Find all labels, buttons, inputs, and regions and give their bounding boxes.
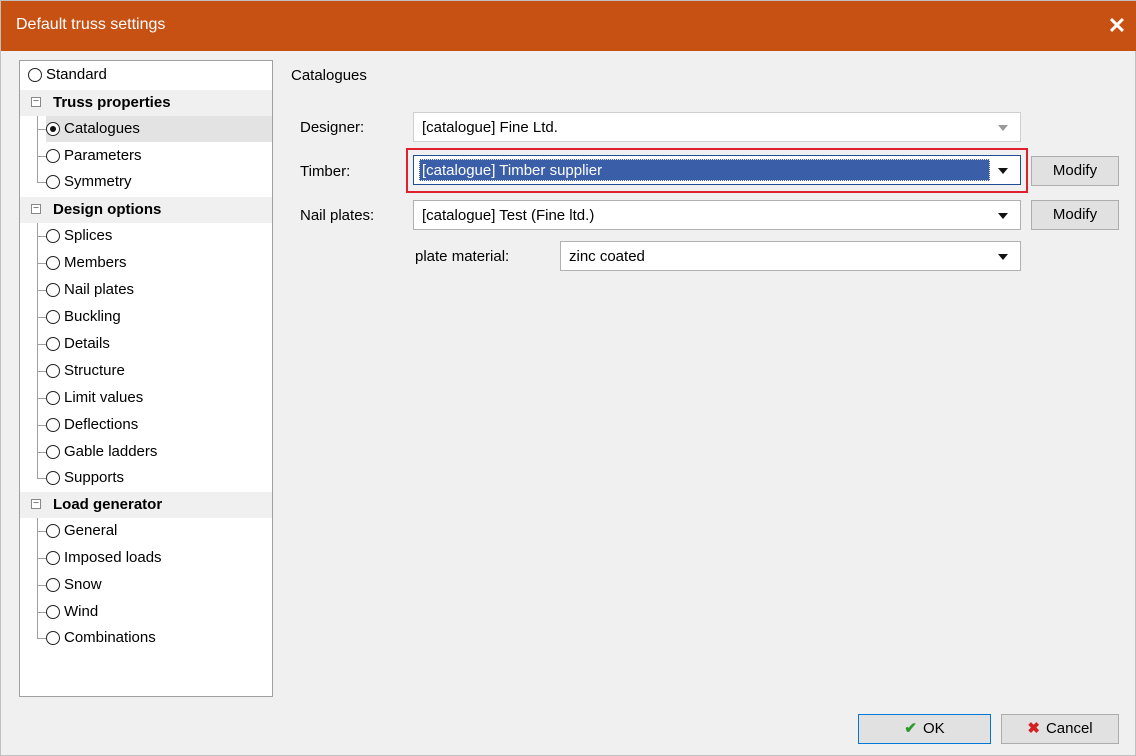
tree-item-catalogues[interactable]: Catalogues xyxy=(46,116,272,142)
tree-connector xyxy=(37,116,38,182)
plate-material-label: plate material: xyxy=(415,248,510,265)
chevron-down-icon xyxy=(998,125,1008,131)
tree-item-structure[interactable]: Structure xyxy=(46,358,125,384)
tree-item-combinations[interactable]: Combinations xyxy=(46,625,156,651)
radio-icon xyxy=(46,418,60,432)
tree-item-members[interactable]: Members xyxy=(46,250,127,276)
tree-item-gable-ladders[interactable]: Gable ladders xyxy=(46,439,157,465)
chevron-down-icon xyxy=(998,254,1008,260)
tree-group-design-options[interactable]: − Design options xyxy=(20,197,272,223)
tree-item-snow[interactable]: Snow xyxy=(46,572,102,598)
radio-icon xyxy=(46,391,60,405)
radio-icon xyxy=(46,175,60,189)
radio-icon xyxy=(46,631,60,645)
tree-item-imposed-loads[interactable]: Imposed loads xyxy=(46,545,162,571)
close-icon[interactable]: ✕ xyxy=(1103,11,1131,41)
chevron-down-icon xyxy=(998,213,1008,219)
title-bar: Default truss settings ✕ xyxy=(1,1,1136,51)
tree-connector xyxy=(37,223,38,478)
radio-icon xyxy=(46,256,60,270)
cancel-x-icon: ✖ xyxy=(1027,720,1040,737)
radio-icon xyxy=(46,445,60,459)
cancel-button[interactable]: ✖ Cancel xyxy=(1001,714,1119,744)
panel-title: Catalogues xyxy=(291,67,367,84)
tree-group-truss-properties[interactable]: − Truss properties xyxy=(20,90,272,116)
radio-icon xyxy=(46,524,60,538)
collapse-icon[interactable]: − xyxy=(31,97,41,107)
modify-nail-plates-button[interactable]: Modify xyxy=(1031,200,1119,230)
radio-icon xyxy=(28,68,42,82)
tree-item-general[interactable]: General xyxy=(46,518,117,544)
radio-icon xyxy=(46,229,60,243)
tree-item-deflections[interactable]: Deflections xyxy=(46,412,138,438)
tree-item-details[interactable]: Details xyxy=(46,331,110,357)
dialog-window: Default truss settings ✕ Standard − Truss… xyxy=(0,0,1136,756)
tree-item-buckling[interactable]: Buckling xyxy=(46,304,121,330)
settings-tree: Standard − Truss properties Catalogues Pa… xyxy=(19,60,273,697)
radio-icon xyxy=(46,605,60,619)
tree-connector xyxy=(37,518,38,638)
radio-icon xyxy=(46,283,60,297)
nail-plates-label: Nail plates: xyxy=(300,207,375,224)
radio-icon xyxy=(46,337,60,351)
ok-button[interactable]: ✔ OK xyxy=(858,714,991,744)
window-title: Default truss settings xyxy=(16,16,166,33)
tree-item-nail-plates[interactable]: Nail plates xyxy=(46,277,134,303)
radio-icon xyxy=(46,364,60,378)
tree-item-symmetry[interactable]: Symmetry xyxy=(46,169,132,195)
tree-item-supports[interactable]: Supports xyxy=(46,465,124,491)
tree-item-standard[interactable]: Standard xyxy=(28,62,107,88)
radio-icon xyxy=(46,578,60,592)
nail-plates-select[interactable]: [catalogue] Test (Fine ltd.) xyxy=(413,200,1021,230)
tree-item-splices[interactable]: Splices xyxy=(46,223,112,249)
radio-checked-icon xyxy=(46,122,60,136)
modify-timber-button[interactable]: Modify xyxy=(1031,156,1119,186)
radio-icon xyxy=(46,551,60,565)
tree-group-load-generator[interactable]: − Load generator xyxy=(20,492,272,518)
radio-icon xyxy=(46,310,60,324)
designer-select[interactable]: [catalogue] Fine Ltd. xyxy=(413,112,1021,142)
checkmark-icon: ✔ xyxy=(904,720,917,737)
radio-icon xyxy=(46,471,60,485)
designer-label: Designer: xyxy=(300,119,365,136)
collapse-icon[interactable]: − xyxy=(31,499,41,509)
tree-item-limit-values[interactable]: Limit values xyxy=(46,385,143,411)
radio-icon xyxy=(46,149,60,163)
collapse-icon[interactable]: − xyxy=(31,204,41,214)
tree-item-wind[interactable]: Wind xyxy=(46,599,98,625)
tree-item-parameters[interactable]: Parameters xyxy=(46,143,142,169)
timber-label: Timber: xyxy=(300,163,351,180)
plate-material-select[interactable]: zinc coated xyxy=(560,241,1021,271)
